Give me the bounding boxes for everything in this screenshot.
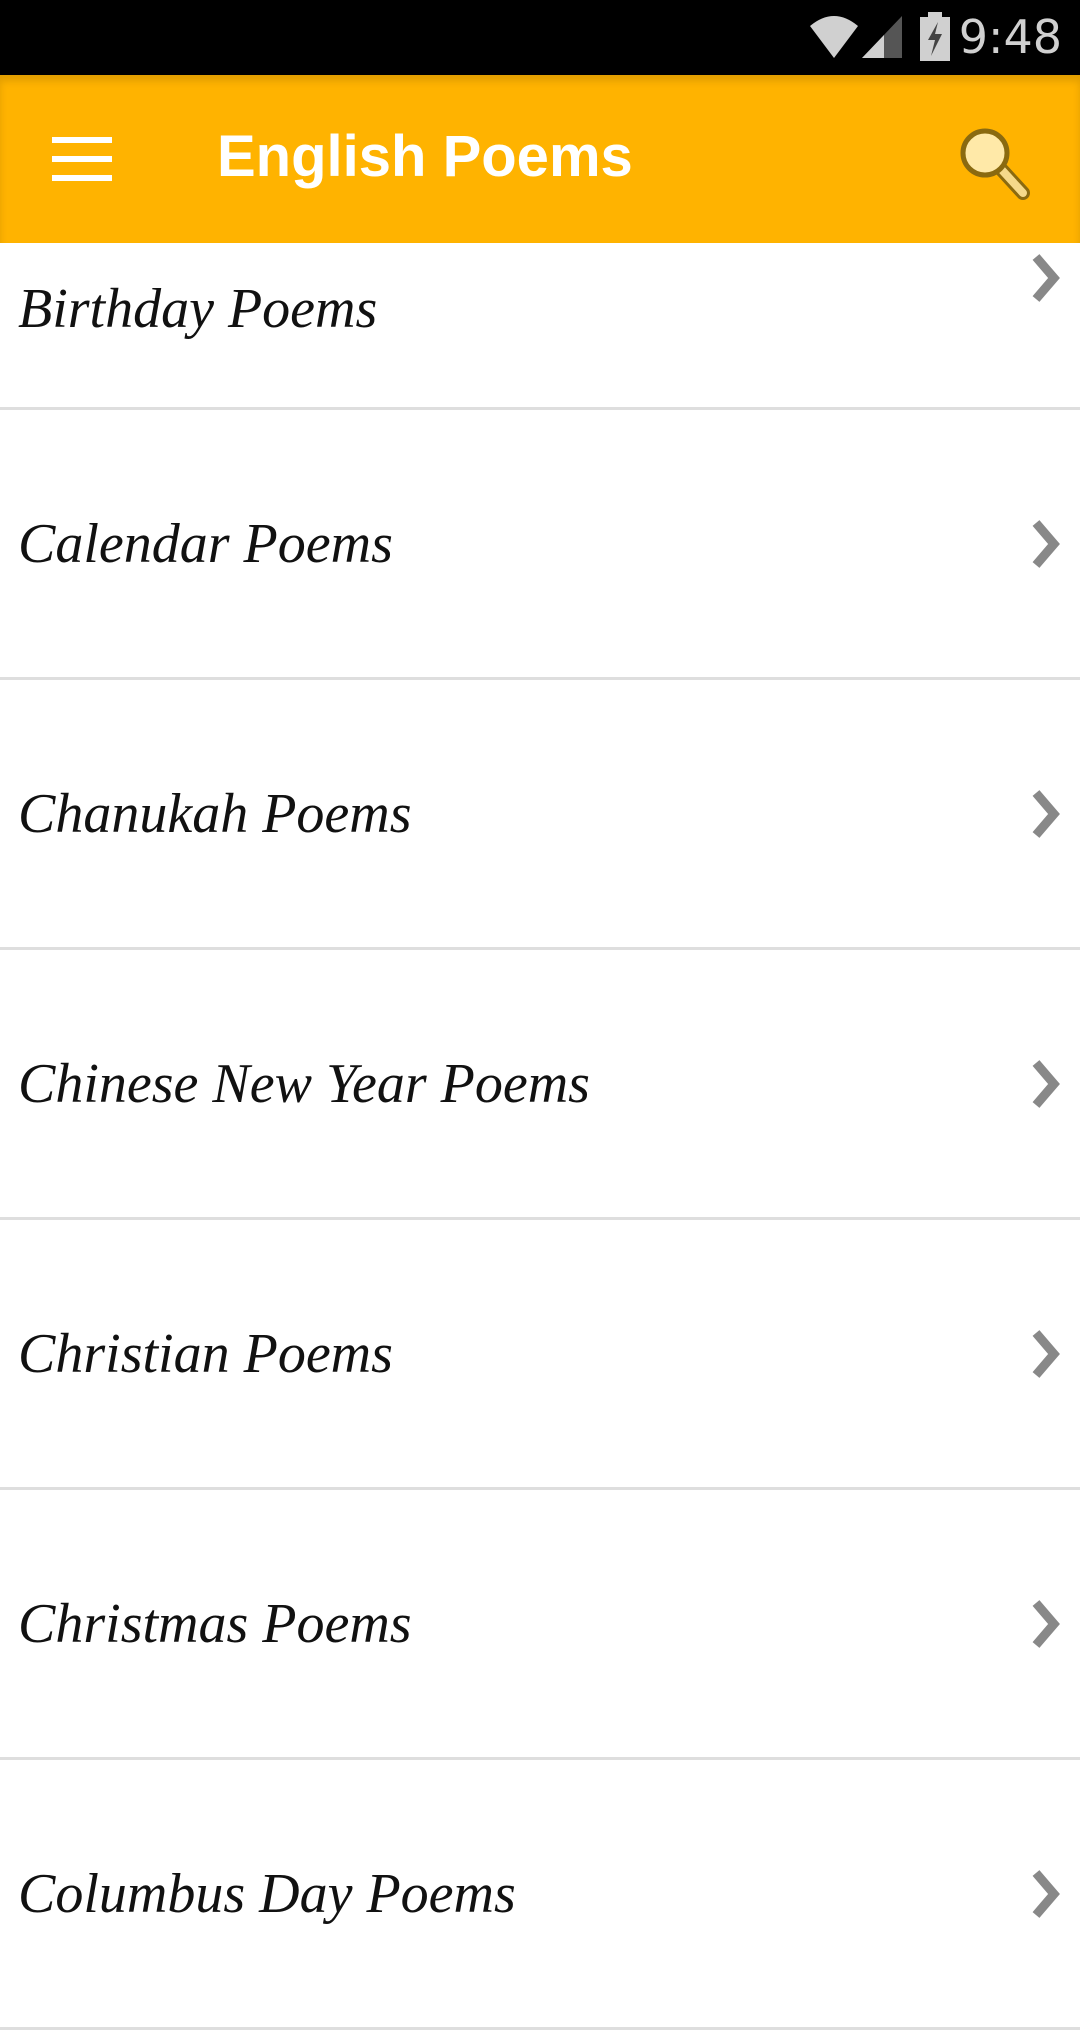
chevron-right-icon xyxy=(1032,1059,1060,1108)
status-time: 9:48 xyxy=(958,10,1062,64)
chevron-right-icon xyxy=(1032,1599,1060,1648)
page-title: English Poems xyxy=(217,124,633,189)
chevron-right-icon xyxy=(1032,519,1060,568)
battery-charging-icon xyxy=(920,12,950,61)
list-item[interactable]: Christmas Poems xyxy=(0,1490,1080,1760)
list-item-label: Chinese New Year Poems xyxy=(18,1052,590,1115)
chevron-right-icon xyxy=(1032,1329,1060,1378)
chevron-right-icon xyxy=(1032,789,1060,838)
signal-icon xyxy=(862,16,902,58)
wifi-icon xyxy=(810,16,858,58)
list-item-label: Christian Poems xyxy=(18,1322,393,1385)
list-item[interactable]: Chanukah Poems xyxy=(0,680,1080,950)
list-item[interactable]: Christian Poems xyxy=(0,1220,1080,1490)
list-item-label: Birthday Poems xyxy=(18,278,378,340)
status-bar: 9:48 xyxy=(0,0,1080,75)
list-item[interactable]: Birthday Poems xyxy=(0,243,1080,410)
search-icon[interactable] xyxy=(955,123,1035,203)
chevron-right-icon xyxy=(1032,1869,1060,1918)
list-item-label: Christmas Poems xyxy=(18,1592,412,1655)
app-bar: English Poems xyxy=(0,75,1080,243)
poem-category-list: Birthday Poems Calendar Poems Chanukah P… xyxy=(0,243,1080,2030)
list-item-label: Chanukah Poems xyxy=(18,782,412,845)
hamburger-menu-icon[interactable] xyxy=(52,137,112,181)
list-item-label: Calendar Poems xyxy=(18,512,393,575)
list-item[interactable]: Chinese New Year Poems xyxy=(0,950,1080,1220)
chevron-right-icon xyxy=(1032,254,1060,302)
list-item-label: Columbus Day Poems xyxy=(18,1862,516,1925)
list-item[interactable]: Calendar Poems xyxy=(0,410,1080,680)
list-item[interactable]: Columbus Day Poems xyxy=(0,1760,1080,2030)
